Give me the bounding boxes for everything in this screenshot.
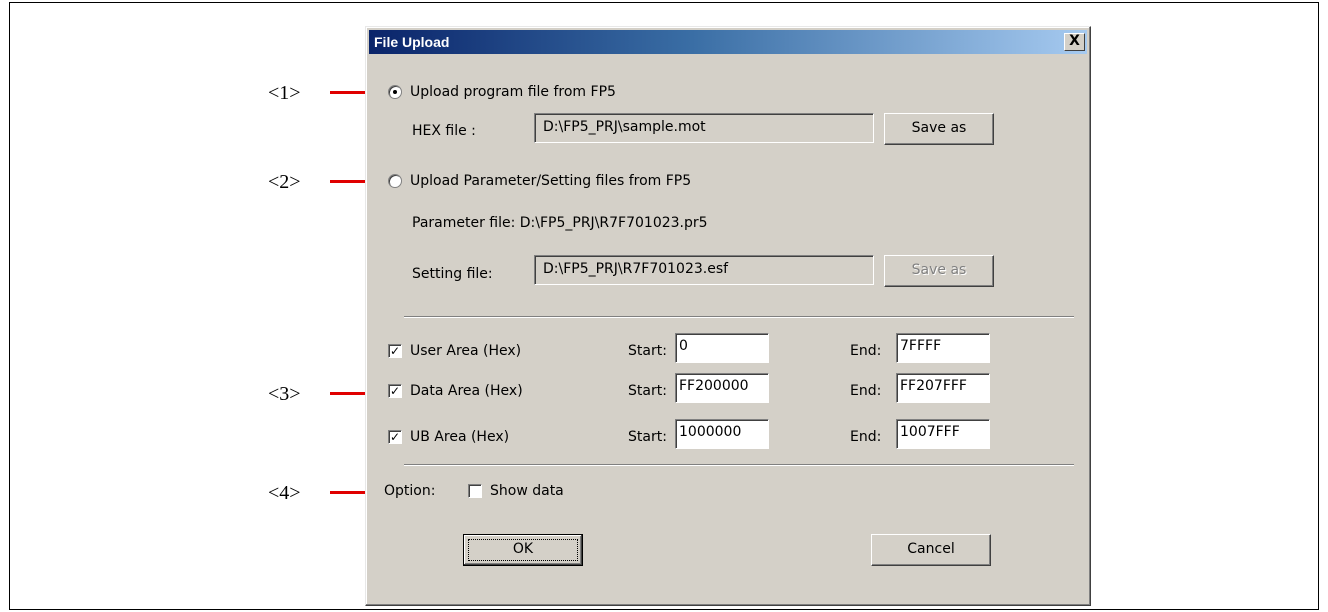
title-bar[interactable]: File Upload X [369, 30, 1087, 54]
data-area-start-label: Start: [628, 383, 667, 399]
ub-area-label: UB Area (Hex) [410, 429, 510, 445]
option-label: Option: [384, 483, 436, 499]
user-area-label: User Area (Hex) [410, 343, 522, 359]
ub-area-start-input[interactable]: 1000000 [675, 419, 769, 449]
upload-program-label: Upload program file from FP5 [410, 84, 616, 100]
close-icon: X [1069, 33, 1080, 49]
file-upload-dialog: File Upload X Upload program file from F… [365, 26, 1091, 606]
hex-save-as-button[interactable]: Save as [884, 113, 994, 145]
upload-param-label: Upload Parameter/Setting files from FP5 [410, 173, 692, 189]
hex-file-field[interactable]: D:\FP5_PRJ\sample.mot [534, 113, 874, 143]
data-area-start-input[interactable]: FF200000 [675, 373, 769, 403]
ub-area-end-input[interactable]: 1007FFF [896, 419, 990, 449]
ub-area-checkbox[interactable]: ✓ [388, 430, 402, 444]
separator-1 [404, 316, 1074, 318]
focus-rectangle [468, 539, 578, 561]
cancel-button[interactable]: Cancel [871, 534, 991, 566]
close-button[interactable]: X [1064, 33, 1085, 51]
dialog-title: File Upload [374, 34, 450, 50]
data-area-end-label: End: [850, 383, 882, 399]
show-data-label: Show data [490, 483, 564, 499]
parameter-file-text: Parameter file: D:\FP5_PRJ\R7F701023.pr5 [412, 215, 708, 231]
annotation-4: <4> [268, 482, 301, 504]
user-area-end-input[interactable]: 7FFFF [896, 333, 990, 363]
ok-button[interactable]: OK [463, 534, 583, 566]
user-area-start-label: Start: [628, 343, 667, 359]
hex-file-label: HEX file : [412, 123, 476, 139]
setting-file-field[interactable]: D:\FP5_PRJ\R7F701023.esf [534, 255, 874, 285]
data-area-checkbox[interactable]: ✓ [388, 384, 402, 398]
annotation-1: <1> [268, 82, 301, 104]
user-area-end-label: End: [850, 343, 882, 359]
data-area-label: Data Area (Hex) [410, 383, 523, 399]
upload-param-radio[interactable] [388, 174, 402, 188]
user-area-start-input[interactable]: 0 [675, 333, 769, 363]
ub-area-start-label: Start: [628, 429, 667, 445]
separator-2 [404, 464, 1074, 466]
setting-file-label: Setting file: [412, 266, 493, 282]
annotation-2: <2> [268, 171, 301, 193]
setting-save-as-button[interactable]: Save as [884, 255, 994, 287]
upload-program-radio[interactable] [388, 85, 402, 99]
user-area-checkbox[interactable]: ✓ [388, 344, 402, 358]
data-area-end-input[interactable]: FF207FFF [896, 373, 990, 403]
ub-area-end-label: End: [850, 429, 882, 445]
show-data-checkbox[interactable] [468, 484, 482, 498]
radio-selected-dot [393, 90, 397, 94]
annotation-3: <3> [268, 383, 301, 405]
